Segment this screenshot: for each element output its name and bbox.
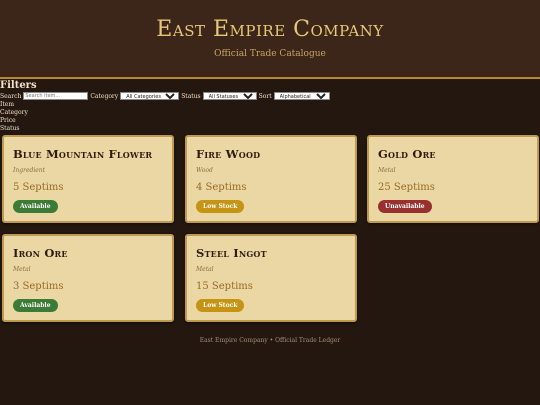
page-subtitle: Official Trade Catalogue	[214, 49, 326, 59]
status-badge: Unavailable	[378, 200, 432, 213]
item-name: Blue Mountain Flower	[13, 147, 153, 161]
category-label: Category	[90, 92, 119, 100]
item-card[interactable]: Blue Mountain Flower Ingredient 5 Septim…	[2, 135, 174, 223]
item-category: Ingredient	[13, 167, 46, 174]
item-price: 15 Septims	[196, 281, 253, 292]
status-badge: Available	[13, 299, 58, 312]
sort-field-list: Item Category Price Status	[0, 101, 28, 133]
status-label: Status	[181, 92, 201, 100]
item-name: Fire Wood	[196, 147, 261, 161]
sort-field-item: Item	[0, 101, 15, 108]
page-footer: East Empire Company • Official Trade Led…	[199, 337, 341, 344]
item-price: 4 Septims	[196, 182, 247, 193]
item-card[interactable]: Fire Wood Wood 4 Septims Low Stock	[185, 135, 357, 223]
item-name: Steel Ingot	[196, 246, 267, 260]
item-category: Metal	[378, 167, 396, 174]
status-badge: Available	[13, 200, 58, 213]
status-select[interactable]: All Statuses	[202, 92, 257, 100]
item-card[interactable]: Steel Ingot Metal 15 Septims Low Stock	[185, 234, 357, 322]
item-category: Metal	[13, 266, 31, 273]
page-header: East Empire Company Official Trade Catal…	[0, 0, 540, 79]
sort-select[interactable]: Alphabetical	[273, 92, 330, 100]
category-select[interactable]: All Categories	[120, 92, 180, 100]
item-category: Wood	[196, 167, 213, 174]
item-price: 25 Septims	[378, 182, 435, 193]
item-card[interactable]: Iron Ore Metal 3 Septims Available	[2, 234, 174, 322]
item-name: Gold Ore	[378, 147, 436, 161]
page-title: East Empire Company	[156, 17, 384, 42]
search-label: Search	[0, 92, 22, 100]
item-price: 3 Septims	[13, 281, 64, 292]
item-category: Metal	[196, 266, 214, 273]
filters-bar: Search Category All Categories Status Al…	[0, 92, 330, 100]
sort-field-category: Category	[0, 109, 28, 116]
sort-field-status: Status	[0, 125, 20, 132]
status-badge: Low Stock	[196, 200, 245, 213]
sort-label: Sort	[258, 92, 272, 100]
item-card[interactable]: Gold Ore Metal 25 Septims Unavailable	[367, 135, 539, 223]
sort-field-price: Price	[0, 117, 16, 124]
status-badge: Low Stock	[196, 299, 245, 312]
item-name: Iron Ore	[13, 246, 68, 260]
filters-heading: Filters	[0, 80, 37, 91]
search-input[interactable]	[23, 92, 89, 100]
item-price: 5 Septims	[13, 182, 64, 193]
